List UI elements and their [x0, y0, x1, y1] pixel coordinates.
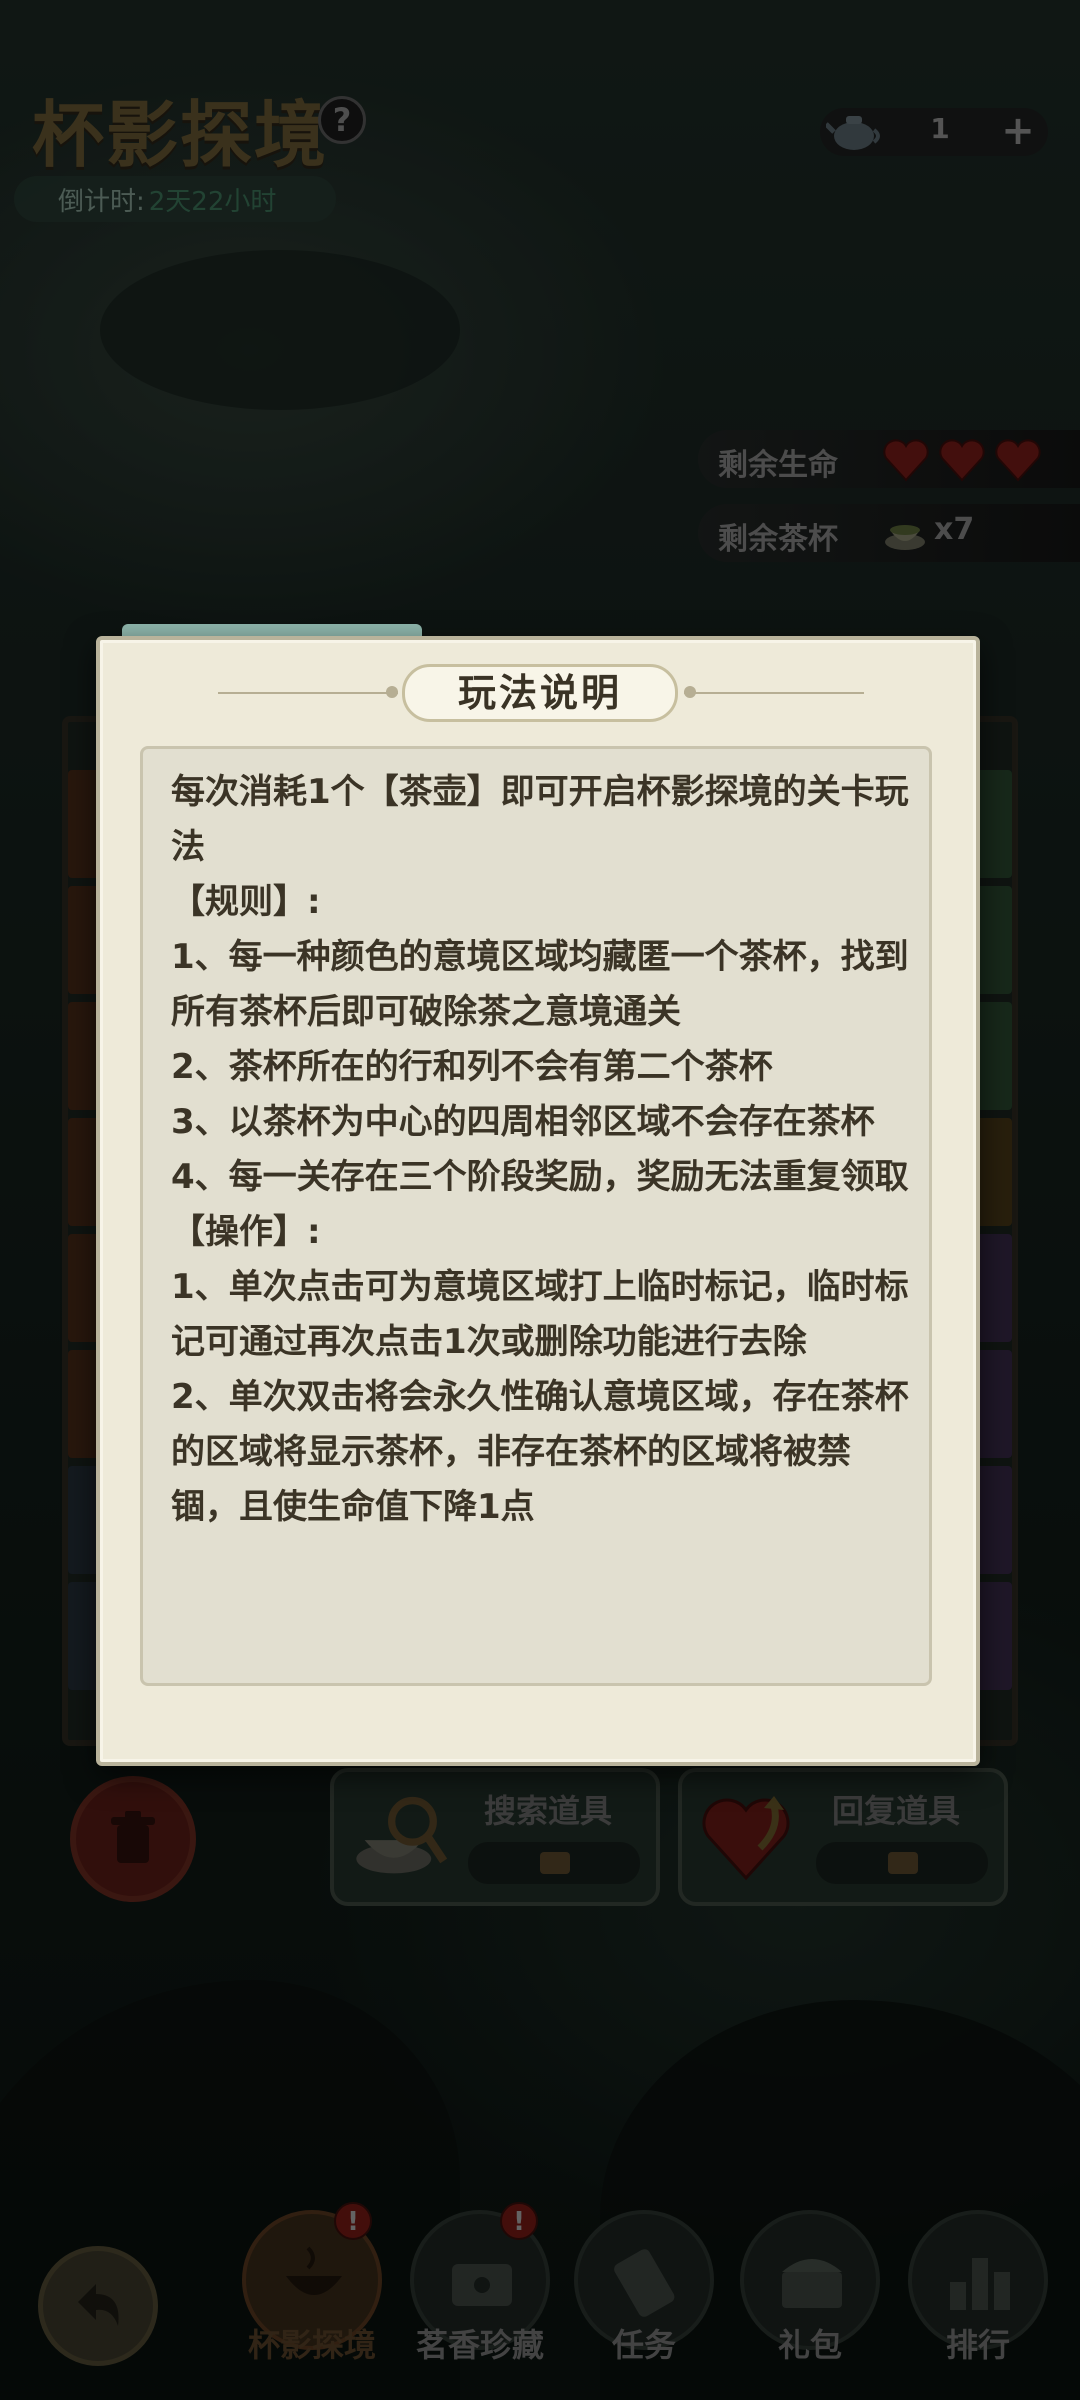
rules-line: 每次消耗1个【茶壶】即可开启杯影探境的关卡玩法: [171, 772, 909, 867]
rules-line: 4、每一关存在三个阶段奖励，奖励无法重复领取: [171, 1157, 909, 1197]
operations-heading: 【操作】:: [171, 1212, 321, 1252]
rules-line: 3、以茶杯为中心的四周相邻区域不会存在茶杯: [171, 1102, 875, 1142]
dialog-title: 玩法说明: [402, 664, 678, 722]
title-divider: [684, 692, 864, 694]
rules-line: 1、每一种颜色的意境区域均藏匿一个茶杯，找到所有茶杯后即可破除茶之意境通关: [171, 937, 909, 1032]
rules-text: 每次消耗1个【茶壶】即可开启杯影探境的关卡玩法 【规则】: 1、每一种颜色的意境…: [171, 765, 911, 1535]
rules-line: 2、单次双击将会永久性确认意境区域，存在茶杯的区域将显示茶杯，非存在茶杯的区域将…: [171, 1377, 909, 1527]
rules-heading: 【规则】:: [171, 882, 321, 922]
rules-content-scroll[interactable]: 每次消耗1个【茶壶】即可开启杯影探境的关卡玩法 【规则】: 1、每一种颜色的意境…: [140, 746, 932, 1686]
rules-line: 2、茶杯所在的行和列不会有第二个茶杯: [171, 1047, 773, 1087]
rules-line: 1、单次点击可为意境区域打上临时标记，临时标记可通过再次点击1次或删除功能进行去…: [171, 1267, 909, 1362]
title-divider: [218, 692, 398, 694]
title-divider-dot: [684, 686, 696, 698]
title-divider-dot: [386, 686, 398, 698]
